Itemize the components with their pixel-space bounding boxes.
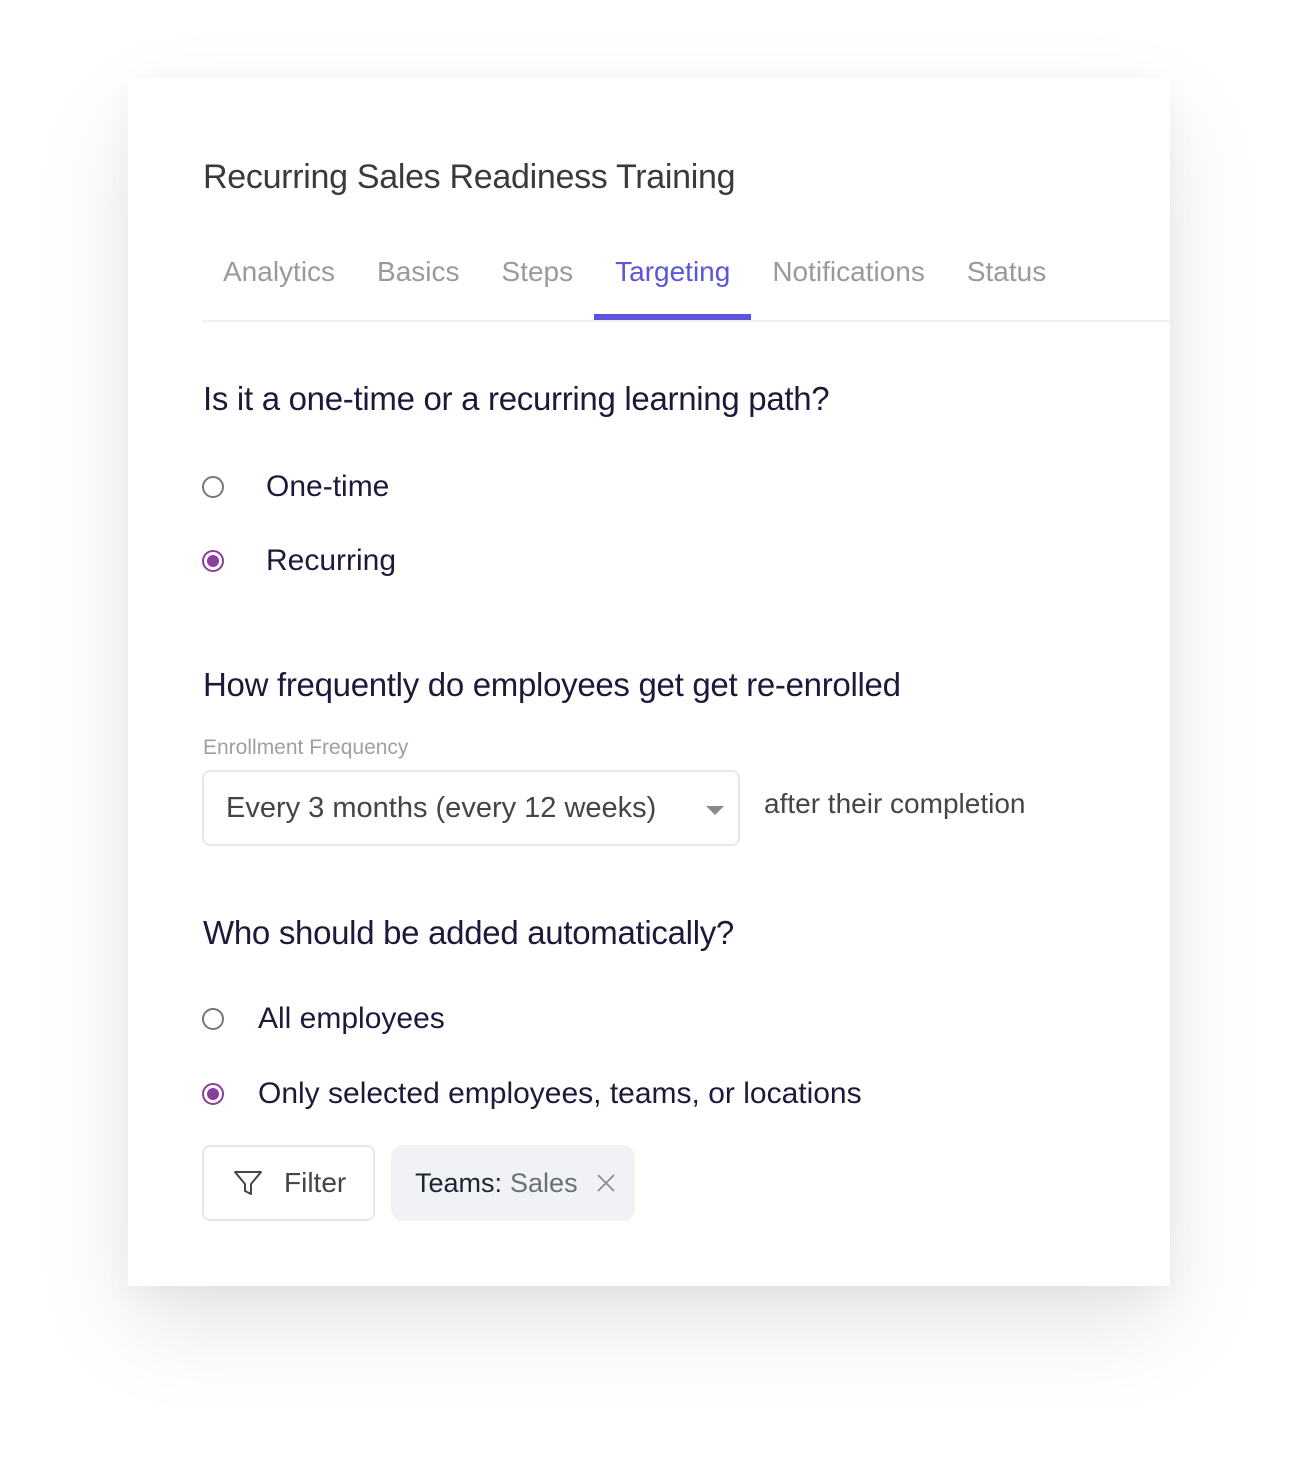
tab-basics[interactable]: Basics <box>356 238 480 318</box>
tab-steps[interactable]: Steps <box>481 238 595 318</box>
audience-question: Who should be added automatically? <box>203 914 734 951</box>
tab-status[interactable]: Status <box>946 238 1067 318</box>
learning-path-card: Recurring Sales Readiness Training Analy… <box>128 78 1170 1286</box>
enrollment-frequency-label: Enrollment Frequency <box>203 736 409 759</box>
funnel-icon <box>234 1171 262 1195</box>
select-value: Every 3 months (every 12 weeks) <box>226 791 657 824</box>
filter-button-label: Filter <box>284 1167 347 1198</box>
close-icon[interactable] <box>596 1173 616 1193</box>
radio-label: All employees <box>258 1002 445 1035</box>
chip-value: Sales <box>510 1167 578 1198</box>
radio-checked-icon[interactable] <box>202 550 224 572</box>
radio-label: Only selected employees, teams, or locat… <box>258 1077 862 1110</box>
frequency-suffix: after their completion <box>764 788 1026 819</box>
frequency-question: How frequently do employees get get re-e… <box>203 666 901 703</box>
tab-targeting[interactable]: Targeting <box>594 238 752 320</box>
chevron-down-icon <box>706 806 724 815</box>
radio-checked-icon[interactable] <box>202 1083 224 1105</box>
path-type-question: Is it a one-time or a recurring learning… <box>203 380 830 417</box>
radio-unchecked-icon[interactable] <box>202 1008 224 1030</box>
filter-button[interactable]: Filter <box>202 1145 375 1221</box>
radio-label: Recurring <box>266 544 397 577</box>
radio-selected-employees[interactable]: Only selected employees, teams, or locat… <box>202 1077 862 1111</box>
radio-unchecked-icon[interactable] <box>202 476 224 498</box>
tab-analytics[interactable]: Analytics <box>202 238 356 318</box>
radio-one-time[interactable]: One-time <box>202 470 389 504</box>
tab-bar: Analytics Basics Steps Targeting Notific… <box>202 238 1170 322</box>
page-title: Recurring Sales Readiness Training <box>203 158 736 196</box>
chip-key: Teams: <box>415 1167 503 1198</box>
enrollment-frequency-select[interactable]: Every 3 months (every 12 weeks) <box>202 770 740 846</box>
radio-all-employees[interactable]: All employees <box>202 1002 445 1036</box>
radio-recurring[interactable]: Recurring <box>202 544 396 578</box>
tab-notifications[interactable]: Notifications <box>751 238 946 318</box>
radio-label: One-time <box>266 470 390 503</box>
filter-chip-teams: Teams: Sales <box>391 1145 635 1221</box>
